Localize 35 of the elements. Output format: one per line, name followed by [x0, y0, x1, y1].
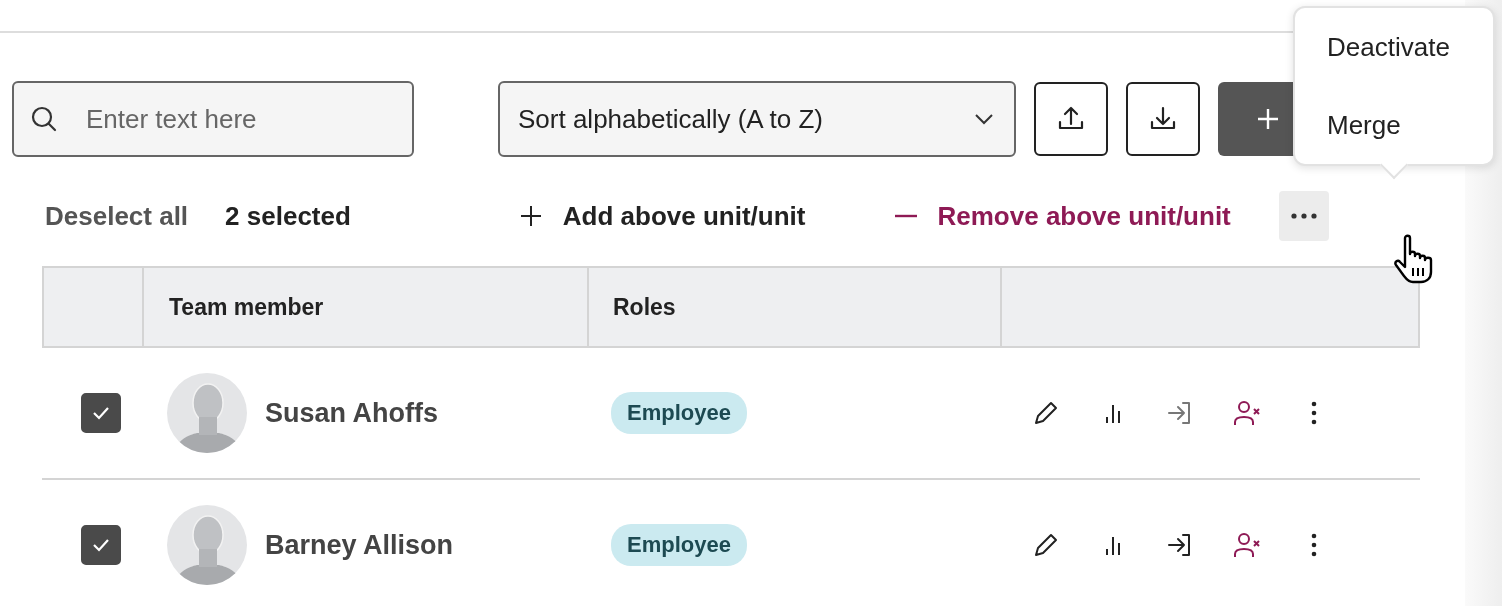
download-button[interactable]: [1126, 82, 1200, 156]
minus-icon: [893, 214, 918, 218]
chevron-down-icon: [974, 113, 994, 125]
menu-item[interactable]: Merge: [1327, 109, 1401, 141]
vertical-dots-icon: [1311, 533, 1317, 557]
pencil-icon: [1032, 399, 1060, 427]
deselect-all-link[interactable]: Deselect all: [45, 200, 189, 232]
remove-user-button[interactable]: [1233, 399, 1261, 427]
row-checkbox[interactable]: [81, 525, 121, 565]
upload-button[interactable]: [1034, 82, 1108, 156]
more-button[interactable]: [1278, 191, 1329, 241]
remove-above-button[interactable]: Remove above unit/unit: [893, 200, 1231, 232]
column-header: Team member: [169, 293, 324, 321]
menu-item[interactable]: Deactivate: [1327, 31, 1450, 63]
sort-dropdown[interactable]: Sort alphabetically (A to Z): [498, 81, 1016, 157]
edit-button[interactable]: [1032, 399, 1060, 427]
column-header: Roles: [613, 293, 676, 321]
member-name: Susan Ahoffs: [265, 397, 438, 429]
plus-icon: [518, 204, 543, 228]
row-checkbox[interactable]: [81, 393, 121, 433]
remove-user-icon: [1233, 531, 1261, 559]
search-field[interactable]: Enter text here: [12, 81, 414, 157]
more-icon: [1290, 213, 1317, 219]
search-icon: [30, 105, 58, 133]
vertical-dots-icon: [1311, 401, 1317, 425]
remove-user-button[interactable]: [1233, 531, 1261, 559]
remove-user-icon: [1233, 399, 1261, 427]
selected-count: 2 selected: [225, 200, 351, 232]
add-above-button[interactable]: Add above unit/unit: [518, 200, 806, 232]
plus-icon: [1256, 107, 1280, 131]
role-tag: Employee: [611, 392, 747, 434]
edit-button[interactable]: [1032, 531, 1060, 559]
member-name: Barney Allison: [265, 529, 454, 561]
role-tag: Employee: [611, 524, 747, 566]
pencil-icon: [1032, 531, 1060, 559]
